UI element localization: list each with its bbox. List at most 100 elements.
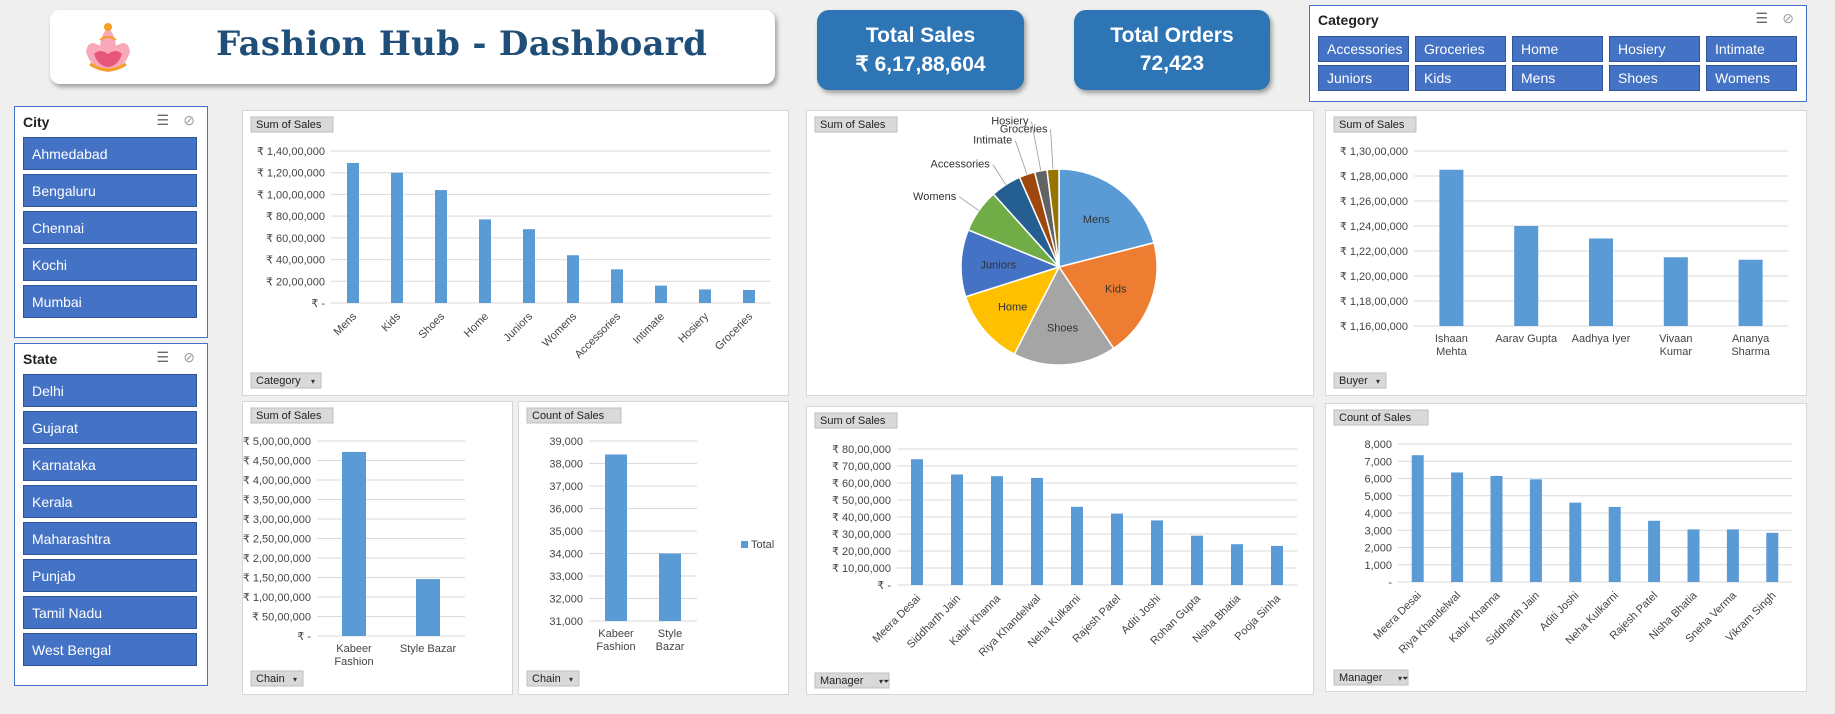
city-slicer-item-bengaluru[interactable]: Bengaluru <box>23 174 197 207</box>
y-tick-label: ₹ 1,28,00,000 <box>1340 171 1408 183</box>
x-tick-label: Kids <box>379 310 403 334</box>
y-tick-label: ₹ 60,00,000 <box>832 478 891 490</box>
y-tick-label: 6,000 <box>1364 474 1392 486</box>
manager-sales-chart: Sum of Sales Manager ▾⏷ ₹ - ₹ 10,00,000 ₹ 20,… <box>806 406 1314 695</box>
state-slicer-item-delhi[interactable]: Delhi <box>23 374 197 407</box>
clear-filter-icon[interactable]: ⊘ <box>1782 10 1794 27</box>
total-orders-label: Total Orders <box>1110 24 1234 47</box>
value-field-button[interactable]: Count of Sales <box>1333 409 1429 426</box>
bar-home <box>479 219 491 303</box>
bar-kabeer-fashion <box>342 451 366 636</box>
x-tick-label: Kumar <box>1660 346 1693 358</box>
bar-mens <box>347 162 359 303</box>
state-slicer-item-tamil-nadu[interactable]: Tamil Nadu <box>23 596 197 629</box>
city-slicer-item-ahmedabad[interactable]: Ahmedabad <box>23 137 197 170</box>
x-tick-label: Fashion <box>596 641 635 653</box>
pie-label: Juniors <box>981 260 1017 272</box>
pie-label: Home <box>998 301 1027 313</box>
x-tick-label: Aarav Gupta <box>1495 333 1558 345</box>
bar-vivaan-kumar <box>1663 257 1688 326</box>
manager-sales-svg: Sum of Sales Manager ▾⏷ ₹ - ₹ 10,00,000 ₹ 20,… <box>814 412 1297 689</box>
category-slicer: Category ☰ ⊘ Accessories Groceries Home Hos… <box>1309 5 1807 102</box>
clear-filter-icon[interactable]: ⊘ <box>183 349 195 366</box>
category-slicer-item-womens[interactable]: Womens <box>1706 65 1797 91</box>
total-orders-value: 72,423 <box>1139 52 1205 75</box>
category-slicer-title: Category <box>1318 12 1379 28</box>
dropdown-arrow-icon: ▾⏷ <box>879 677 889 686</box>
fashion-logo-icon <box>78 20 138 75</box>
city-slicer-item-chennai[interactable]: Chennai <box>23 211 197 244</box>
category-sales-chart: Sum of Sales Category ▾ ₹ - ₹ 20,00,000 ₹ 40,… <box>242 110 789 396</box>
city-slicer-item-kochi[interactable]: Kochi <box>23 248 197 281</box>
city-slicer-item-mumbai[interactable]: Mumbai <box>23 285 197 318</box>
axis-field-label: Chain <box>532 673 561 685</box>
state-slicer-item-karnataka[interactable]: Karnataka <box>23 448 197 481</box>
value-field-button[interactable]: Sum of Sales <box>250 407 334 424</box>
category-slicer-item-shoes[interactable]: Shoes <box>1609 65 1700 91</box>
category-slicer-item-hosiery[interactable]: Hosiery <box>1609 36 1700 62</box>
category-slicer-item-intimate[interactable]: Intimate <box>1706 36 1797 62</box>
state-slicer-item-punjab[interactable]: Punjab <box>23 559 197 592</box>
axis-field-button[interactable]: Buyer ▾ <box>1333 372 1387 389</box>
value-field-button[interactable]: Sum of Sales <box>814 412 898 429</box>
y-tick-label: ₹ 50,00,000 <box>832 495 891 507</box>
leader-line <box>1014 140 1028 175</box>
axis-field-button[interactable]: Manager ▾⏷ <box>814 672 890 689</box>
category-slicer-item-groceries[interactable]: Groceries <box>1415 36 1506 62</box>
value-field-button[interactable]: Sum of Sales <box>814 116 898 133</box>
bar-intimate <box>655 285 667 303</box>
pie-label: Kids <box>1105 284 1127 296</box>
x-tick-label: Mehta <box>1436 346 1467 358</box>
value-field-button[interactable]: Count of Sales <box>526 407 622 424</box>
total-sales-value: ₹ 6,17,88,604 <box>855 53 986 76</box>
y-tick-label: ₹ 2,50,00,000 <box>243 534 311 546</box>
buyer-sales-chart: Sum of Sales Buyer ▾ ₹ 1,16,00,000 ₹ 1,18,00… <box>1325 110 1807 396</box>
x-tick-label: Ananya <box>1732 333 1770 345</box>
value-field-button[interactable]: Sum of Sales <box>1333 116 1417 133</box>
state-slicer-item-maharashtra[interactable]: Maharashtra <box>23 522 197 555</box>
y-tick-label: 38,000 <box>549 459 583 471</box>
leader-line <box>1050 129 1054 170</box>
chain-sales-chart: Sum of Sales Chain ▾ ₹ - ₹ 50,00,000 ₹ 1,00,0… <box>242 401 513 695</box>
clear-filter-icon[interactable]: ⊘ <box>183 112 195 129</box>
dropdown-arrow-icon: ▾ <box>1376 377 1380 386</box>
x-tick-label: Fashion <box>334 656 373 668</box>
category-pie-chart: Sum of Sales Mens Kids Shoes Home Juniors Wome… <box>806 110 1314 396</box>
state-slicer-item-west-bengal[interactable]: West Bengal <box>23 633 197 666</box>
category-slicer-item-juniors[interactable]: Juniors <box>1318 65 1409 91</box>
state-slicer-item-gujarat[interactable]: Gujarat <box>23 411 197 444</box>
y-tick-label: 7,000 <box>1364 456 1392 468</box>
category-slicer-item-kids[interactable]: Kids <box>1415 65 1506 91</box>
category-slicer-item-home[interactable]: Home <box>1512 36 1603 62</box>
buyer-sales-svg: Sum of Sales Buyer ▾ ₹ 1,16,00,000 ₹ 1,18,00… <box>1333 116 1788 389</box>
y-tick-label: ₹ 1,00,00,000 <box>257 189 325 201</box>
y-tick-label: 3,000 <box>1364 525 1392 537</box>
y-tick-label: ₹ 1,20,00,000 <box>257 168 325 180</box>
y-tick-label: ₹ 80,00,000 <box>832 444 891 456</box>
category-slicer-item-accessories[interactable]: Accessories <box>1318 36 1409 62</box>
value-field-label: Sum of Sales <box>820 415 886 427</box>
bar-siddharth-jain <box>1529 479 1542 582</box>
axis-field-button[interactable]: Chain ▾ <box>250 670 304 687</box>
x-tick-label: Ishaan <box>1435 333 1468 345</box>
state-slicer-item-kerala[interactable]: Kerala <box>23 485 197 518</box>
manager-count-svg: Count of Sales Manager ▾⏷ - 1,000 2,000 3,000 4… <box>1333 409 1792 686</box>
y-tick-label: 1,000 <box>1364 560 1392 572</box>
bar-rohan-gupta <box>1191 535 1203 585</box>
y-tick-label: ₹ 60,00,000 <box>266 233 325 245</box>
category-slicer-item-mens[interactable]: Mens <box>1512 65 1603 91</box>
value-field-button[interactable]: Sum of Sales <box>250 116 334 133</box>
value-field-label: Sum of Sales <box>1339 119 1405 131</box>
multi-select-icon[interactable]: ☰ <box>156 112 169 129</box>
total-sales-label: Total Sales <box>865 24 976 47</box>
category-pie-svg: Sum of Sales Mens Kids Shoes Home Juniors Wome… <box>814 116 1158 366</box>
axis-field-label: Chain <box>256 673 285 685</box>
city-slicer-title: City <box>23 114 50 130</box>
axis-field-button[interactable]: Chain ▾ <box>526 670 580 687</box>
multi-select-icon[interactable]: ☰ <box>156 349 169 366</box>
axis-field-button[interactable]: Category ▾ <box>250 372 322 389</box>
multi-select-icon[interactable]: ☰ <box>1755 10 1768 27</box>
bar-neha-kulkarni <box>1608 506 1621 582</box>
axis-field-button[interactable]: Manager ▾⏷ <box>1333 669 1409 686</box>
bar-nisha-bhatia <box>1687 529 1700 582</box>
